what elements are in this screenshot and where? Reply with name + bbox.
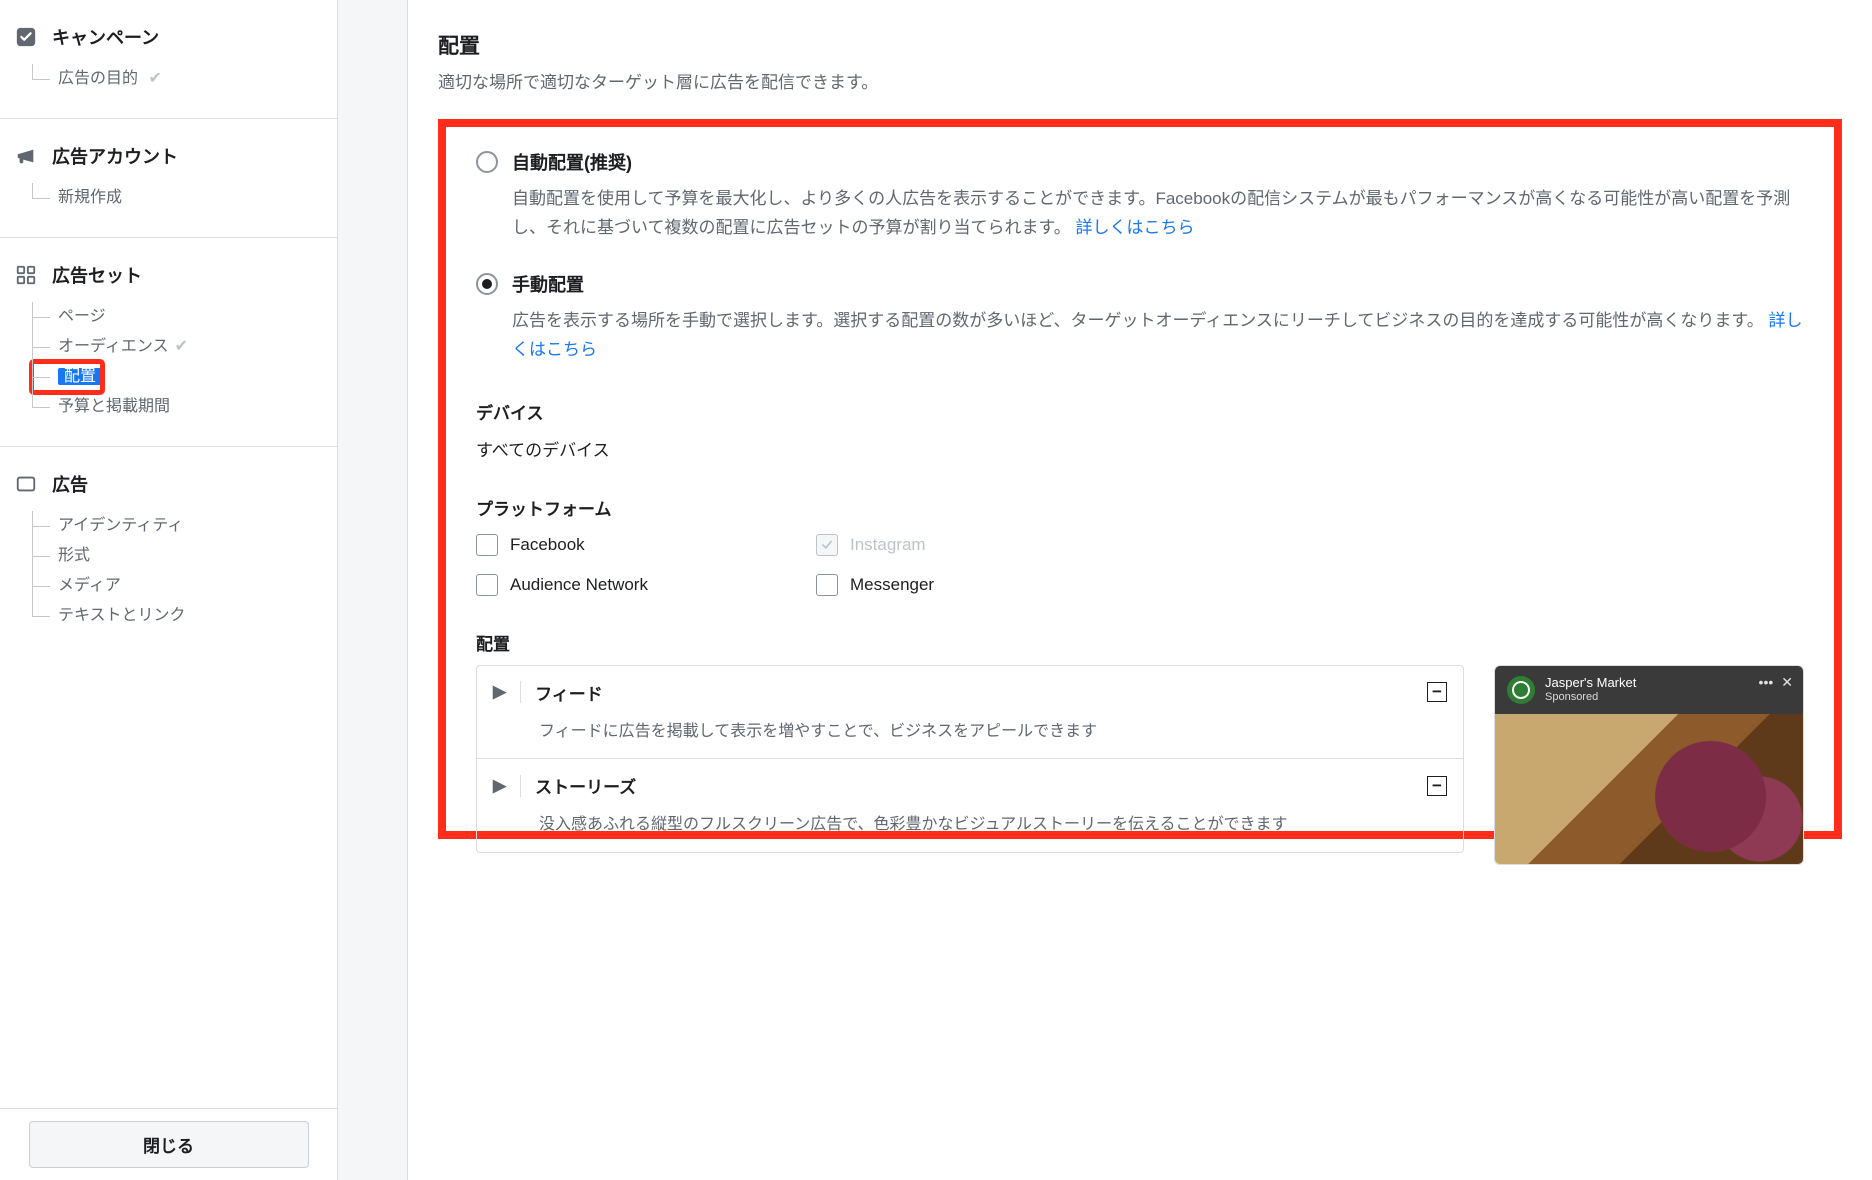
- close-bar: 閉じる: [0, 1108, 337, 1180]
- acc-item-stories: ▶ ストーリーズ − 没入感あふれる縦型のフルスクリーン広告で、色彩豊かなビジュ…: [477, 758, 1463, 852]
- divider: [520, 681, 521, 703]
- collapse-icon[interactable]: −: [1427, 682, 1447, 702]
- nav-item-format[interactable]: 形式: [32, 541, 323, 571]
- nav-campaign-title: キャンペーン: [52, 24, 159, 50]
- preview-title: Jasper's Market Sponsored: [1545, 676, 1636, 702]
- platform-grid: Facebook Instagram Audience Network Mess…: [476, 534, 1804, 596]
- megaphone-icon: [14, 145, 38, 167]
- highlight-frame: 自動配置(推奨) 自動配置を使用して予算を最大化し、より多くの人広告を表示するこ…: [438, 119, 1842, 839]
- manual-placement-block: 手動配置 広告を表示する場所を手動で選択します。選択する配置の数が多いほど、ター…: [476, 271, 1804, 365]
- checkbox-checked-icon: [816, 534, 838, 556]
- nav-item-identity[interactable]: アイデンティティ: [32, 511, 323, 541]
- gutter: [338, 0, 408, 1180]
- nav-item-new[interactable]: 新規作成: [32, 183, 323, 213]
- learn-more-auto-link[interactable]: 詳しくはこちら: [1076, 218, 1195, 237]
- divider: [520, 775, 521, 797]
- rectangle-icon: [14, 473, 38, 495]
- platform-heading: プラットフォーム: [476, 495, 1804, 520]
- radio-auto-desc: 自動配置を使用して予算を最大化し、より多くの人広告を表示することができます。Fa…: [512, 185, 1804, 243]
- section-subtitle: 適切な場所で適切なターゲット層に広告を配信できます。: [438, 68, 1842, 93]
- acc-head-feed[interactable]: ▶ フィード −: [477, 666, 1463, 719]
- device-heading: デバイス: [476, 399, 1804, 424]
- checkbox-audience-network[interactable]: Audience Network: [476, 574, 776, 596]
- device-value: すべてのデバイス: [476, 436, 1804, 461]
- checkbox-instagram[interactable]: Instagram: [816, 534, 1116, 556]
- checkbox-messenger[interactable]: Messenger: [816, 574, 1116, 596]
- checkbox-icon: [476, 574, 498, 596]
- nav-head-account[interactable]: 広告アカウント: [14, 143, 323, 169]
- checkbox-icon: [476, 534, 498, 556]
- preview-image: [1495, 714, 1803, 864]
- nav-item-objective[interactable]: 広告の目的 ✔: [32, 64, 323, 94]
- sidebar: キャンペーン 広告の目的 ✔ 広告アカウント 新規作成: [0, 0, 338, 1180]
- close-button[interactable]: 閉じる: [29, 1121, 309, 1168]
- acc-item-feed: ▶ フィード − フィードに広告を掲載して表示を増やすことで、ビジネスをアピール…: [477, 666, 1463, 759]
- nav-item-audience[interactable]: オーディエンス✔: [32, 332, 323, 362]
- placements-heading: 配置: [476, 630, 1804, 655]
- nav-item-placement[interactable]: 配置: [32, 362, 102, 392]
- section-title: 配置: [438, 30, 1842, 60]
- grid-icon: [14, 264, 38, 286]
- radio-manual-desc: 広告を表示する場所を手動で選択します。選択する配置の数が多いほど、ターゲットオー…: [512, 307, 1804, 365]
- nav-section-adset: 広告セット ページ オーディエンス✔ 配置 予算と掲載期間: [0, 238, 337, 447]
- acc-body-stories: 没入感あふれる縦型のフルスクリーン広告で、色彩豊かなビジュアルストーリーを伝える…: [477, 812, 1463, 852]
- nav-account-title: 広告アカウント: [52, 143, 178, 169]
- main-panel: 配置 適切な場所で適切なターゲット層に広告を配信できます。 自動配置(推奨) 自…: [408, 0, 1872, 1180]
- caret-right-icon: ▶: [493, 776, 506, 796]
- nav-section-account: 広告アカウント 新規作成: [0, 119, 337, 238]
- acc-body-feed: フィードに広告を掲載して表示を増やすことで、ビジネスをアピールできます: [477, 719, 1463, 759]
- nav-head-campaign[interactable]: キャンペーン: [14, 24, 323, 50]
- ad-preview: Jasper's Market Sponsored ••• ✕: [1494, 665, 1804, 865]
- checkbox-facebook[interactable]: Facebook: [476, 534, 776, 556]
- checkbox-icon: [816, 574, 838, 596]
- acc-head-stories[interactable]: ▶ ストーリーズ −: [477, 759, 1463, 812]
- checkmark-icon: ✔: [148, 70, 161, 87]
- collapse-icon[interactable]: −: [1427, 776, 1447, 796]
- nav-item-textlinks[interactable]: テキストとリンク: [32, 601, 323, 631]
- preview-header: Jasper's Market Sponsored ••• ✕: [1495, 666, 1803, 714]
- nav-section-ad: 広告 アイデンティティ 形式 メディア テキストとリンク: [0, 447, 337, 655]
- more-icon[interactable]: •••: [1759, 674, 1774, 691]
- nav-head-adset[interactable]: 広告セット: [14, 262, 323, 288]
- radio-auto-label: 自動配置(推奨): [512, 149, 632, 175]
- nav-head-ad[interactable]: 広告: [14, 471, 323, 497]
- close-icon[interactable]: ✕: [1781, 674, 1793, 691]
- nav-item-budget[interactable]: 予算と掲載期間: [32, 392, 323, 422]
- caret-right-icon: ▶: [493, 682, 506, 702]
- nav-adset-title: 広告セット: [52, 262, 142, 288]
- nav-item-page[interactable]: ページ: [32, 302, 323, 332]
- nav-item-media[interactable]: メディア: [32, 571, 323, 601]
- radio-manual-label: 手動配置: [512, 271, 584, 297]
- auto-placement-block: 自動配置(推奨) 自動配置を使用して予算を最大化し、より多くの人広告を表示するこ…: [476, 149, 1804, 243]
- radio-manual[interactable]: [476, 273, 498, 295]
- nav-ad-title: 広告: [52, 471, 88, 497]
- avatar-icon: [1507, 676, 1535, 704]
- nav-section-campaign: キャンペーン 広告の目的 ✔: [0, 0, 337, 119]
- radio-auto[interactable]: [476, 151, 498, 173]
- checkmark-icon: ✔: [175, 338, 188, 355]
- placements-accordion: ▶ フィード − フィードに広告を掲載して表示を増やすことで、ビジネスをアピール…: [476, 665, 1464, 853]
- checkbox-filled-icon: [14, 26, 38, 48]
